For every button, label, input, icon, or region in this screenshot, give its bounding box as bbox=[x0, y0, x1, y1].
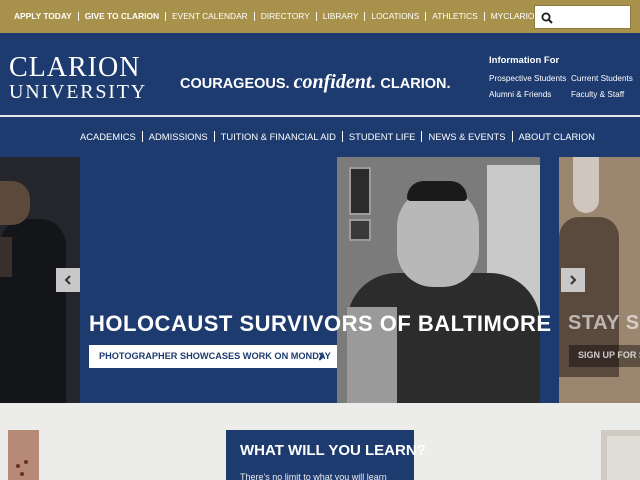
next-slide-headline: STAY SH bbox=[568, 312, 640, 334]
utility-links: APPLY TODAY GIVE TO CLARION EVENT CALEND… bbox=[14, 11, 571, 21]
utility-bar: APPLY TODAY GIVE TO CLARION EVENT CALEND… bbox=[0, 0, 640, 33]
athletics-link[interactable]: ATHLETICS bbox=[432, 11, 477, 21]
head-shape bbox=[0, 181, 30, 225]
what-will-you-learn-box[interactable]: WHAT WILL YOU LEARN? There's no limit to… bbox=[226, 430, 426, 480]
photo-highlight bbox=[573, 157, 599, 213]
nav-academics[interactable]: ACADEMICS bbox=[80, 131, 136, 142]
faculty-staff-link[interactable]: Faculty & Staff bbox=[571, 90, 624, 99]
chevron-right-icon bbox=[318, 352, 325, 361]
logo-line-2: UNIVERSITY bbox=[9, 81, 147, 103]
divider bbox=[141, 131, 143, 142]
learn-section: WHAT WILL YOU LEARN? There's no limit to… bbox=[0, 403, 640, 480]
divider bbox=[315, 11, 317, 21]
photo-frame bbox=[349, 167, 371, 215]
divider bbox=[165, 11, 167, 21]
nav-admissions[interactable]: ADMISSIONS bbox=[149, 131, 208, 142]
current-students-link[interactable]: Current Students bbox=[571, 74, 633, 83]
photo-cap bbox=[407, 181, 467, 201]
divider bbox=[364, 11, 366, 21]
chevron-right-icon bbox=[570, 275, 577, 285]
divider bbox=[511, 131, 513, 142]
hero-cta-button[interactable]: PHOTOGRAPHER SHOWCASES WORK ON MONDAY bbox=[89, 345, 337, 368]
divider bbox=[483, 11, 485, 21]
divider bbox=[421, 131, 423, 142]
nav-tuition-financial-aid[interactable]: TUITION & FINANCIAL AID bbox=[221, 131, 336, 142]
search-icon[interactable] bbox=[541, 12, 553, 24]
nav-student-life[interactable]: STUDENT LIFE bbox=[349, 131, 416, 142]
search-input[interactable] bbox=[534, 5, 631, 29]
hero-carousel: STAY SH SIGN UP FOR S HOLOCAUST SURVIVOR… bbox=[0, 157, 640, 403]
right-teaser-photo[interactable] bbox=[601, 430, 640, 480]
divider bbox=[213, 131, 215, 142]
event-calendar-link[interactable]: EVENT CALENDAR bbox=[172, 11, 248, 21]
site-header: CLARION UNIVERSITY COURAGEOUS. confident… bbox=[0, 33, 640, 117]
left-teaser-photo[interactable] bbox=[8, 430, 39, 480]
photo-inner bbox=[607, 436, 640, 480]
photo-detail bbox=[20, 472, 24, 476]
hero-headline: HOLOCAUST SURVIVORS OF BALTIMORE bbox=[89, 311, 552, 336]
learn-subtitle: There's no limit to what you will learn bbox=[240, 472, 387, 480]
locations-link[interactable]: LOCATIONS bbox=[371, 11, 419, 21]
main-navigation: ACADEMICS ADMISSIONS TUITION & FINANCIAL… bbox=[0, 117, 640, 157]
photo-detail bbox=[16, 464, 20, 468]
alumni-friends-link[interactable]: Alumni & Friends bbox=[489, 90, 551, 99]
tagline-clarion: CLARION. bbox=[380, 76, 451, 92]
prospective-students-link[interactable]: Prospective Students bbox=[489, 74, 566, 83]
tagline-confident: confident. bbox=[293, 71, 377, 93]
photo-detail bbox=[24, 460, 28, 464]
nav-news-events[interactable]: NEWS & EVENTS bbox=[428, 131, 505, 142]
hero-cta-label: PHOTOGRAPHER SHOWCASES WORK ON MONDAY bbox=[99, 351, 331, 361]
carousel-next-button[interactable] bbox=[561, 268, 585, 292]
tie-shape bbox=[0, 237, 12, 277]
carousel-prev-button[interactable] bbox=[56, 268, 80, 292]
holocaust-survivor-photo bbox=[337, 157, 540, 403]
divider bbox=[77, 11, 79, 21]
divider bbox=[341, 131, 343, 142]
library-link[interactable]: LIBRARY bbox=[323, 11, 359, 21]
divider bbox=[425, 11, 427, 21]
clarion-university-logo[interactable]: CLARION UNIVERSITY bbox=[9, 52, 147, 104]
logo-line-1: CLARION bbox=[9, 52, 141, 83]
chevron-left-icon bbox=[64, 275, 71, 285]
nav-about-clarion[interactable]: ABOUT CLARION bbox=[519, 131, 595, 142]
information-for-heading: Information For bbox=[489, 55, 560, 66]
apply-today-link[interactable]: APPLY TODAY bbox=[14, 11, 72, 21]
photo-frame bbox=[349, 219, 371, 241]
photo-head bbox=[397, 187, 479, 287]
learn-title: WHAT WILL YOU LEARN? bbox=[240, 442, 426, 459]
divider bbox=[253, 11, 255, 21]
next-slide-cta-label: SIGN UP FOR S bbox=[578, 350, 640, 360]
tagline: COURAGEOUS. confident. CLARION. bbox=[180, 71, 451, 94]
give-to-clarion-link[interactable]: GIVE TO CLARION bbox=[85, 11, 159, 21]
directory-link[interactable]: DIRECTORY bbox=[261, 11, 310, 21]
tagline-courageous: COURAGEOUS. bbox=[180, 76, 290, 92]
